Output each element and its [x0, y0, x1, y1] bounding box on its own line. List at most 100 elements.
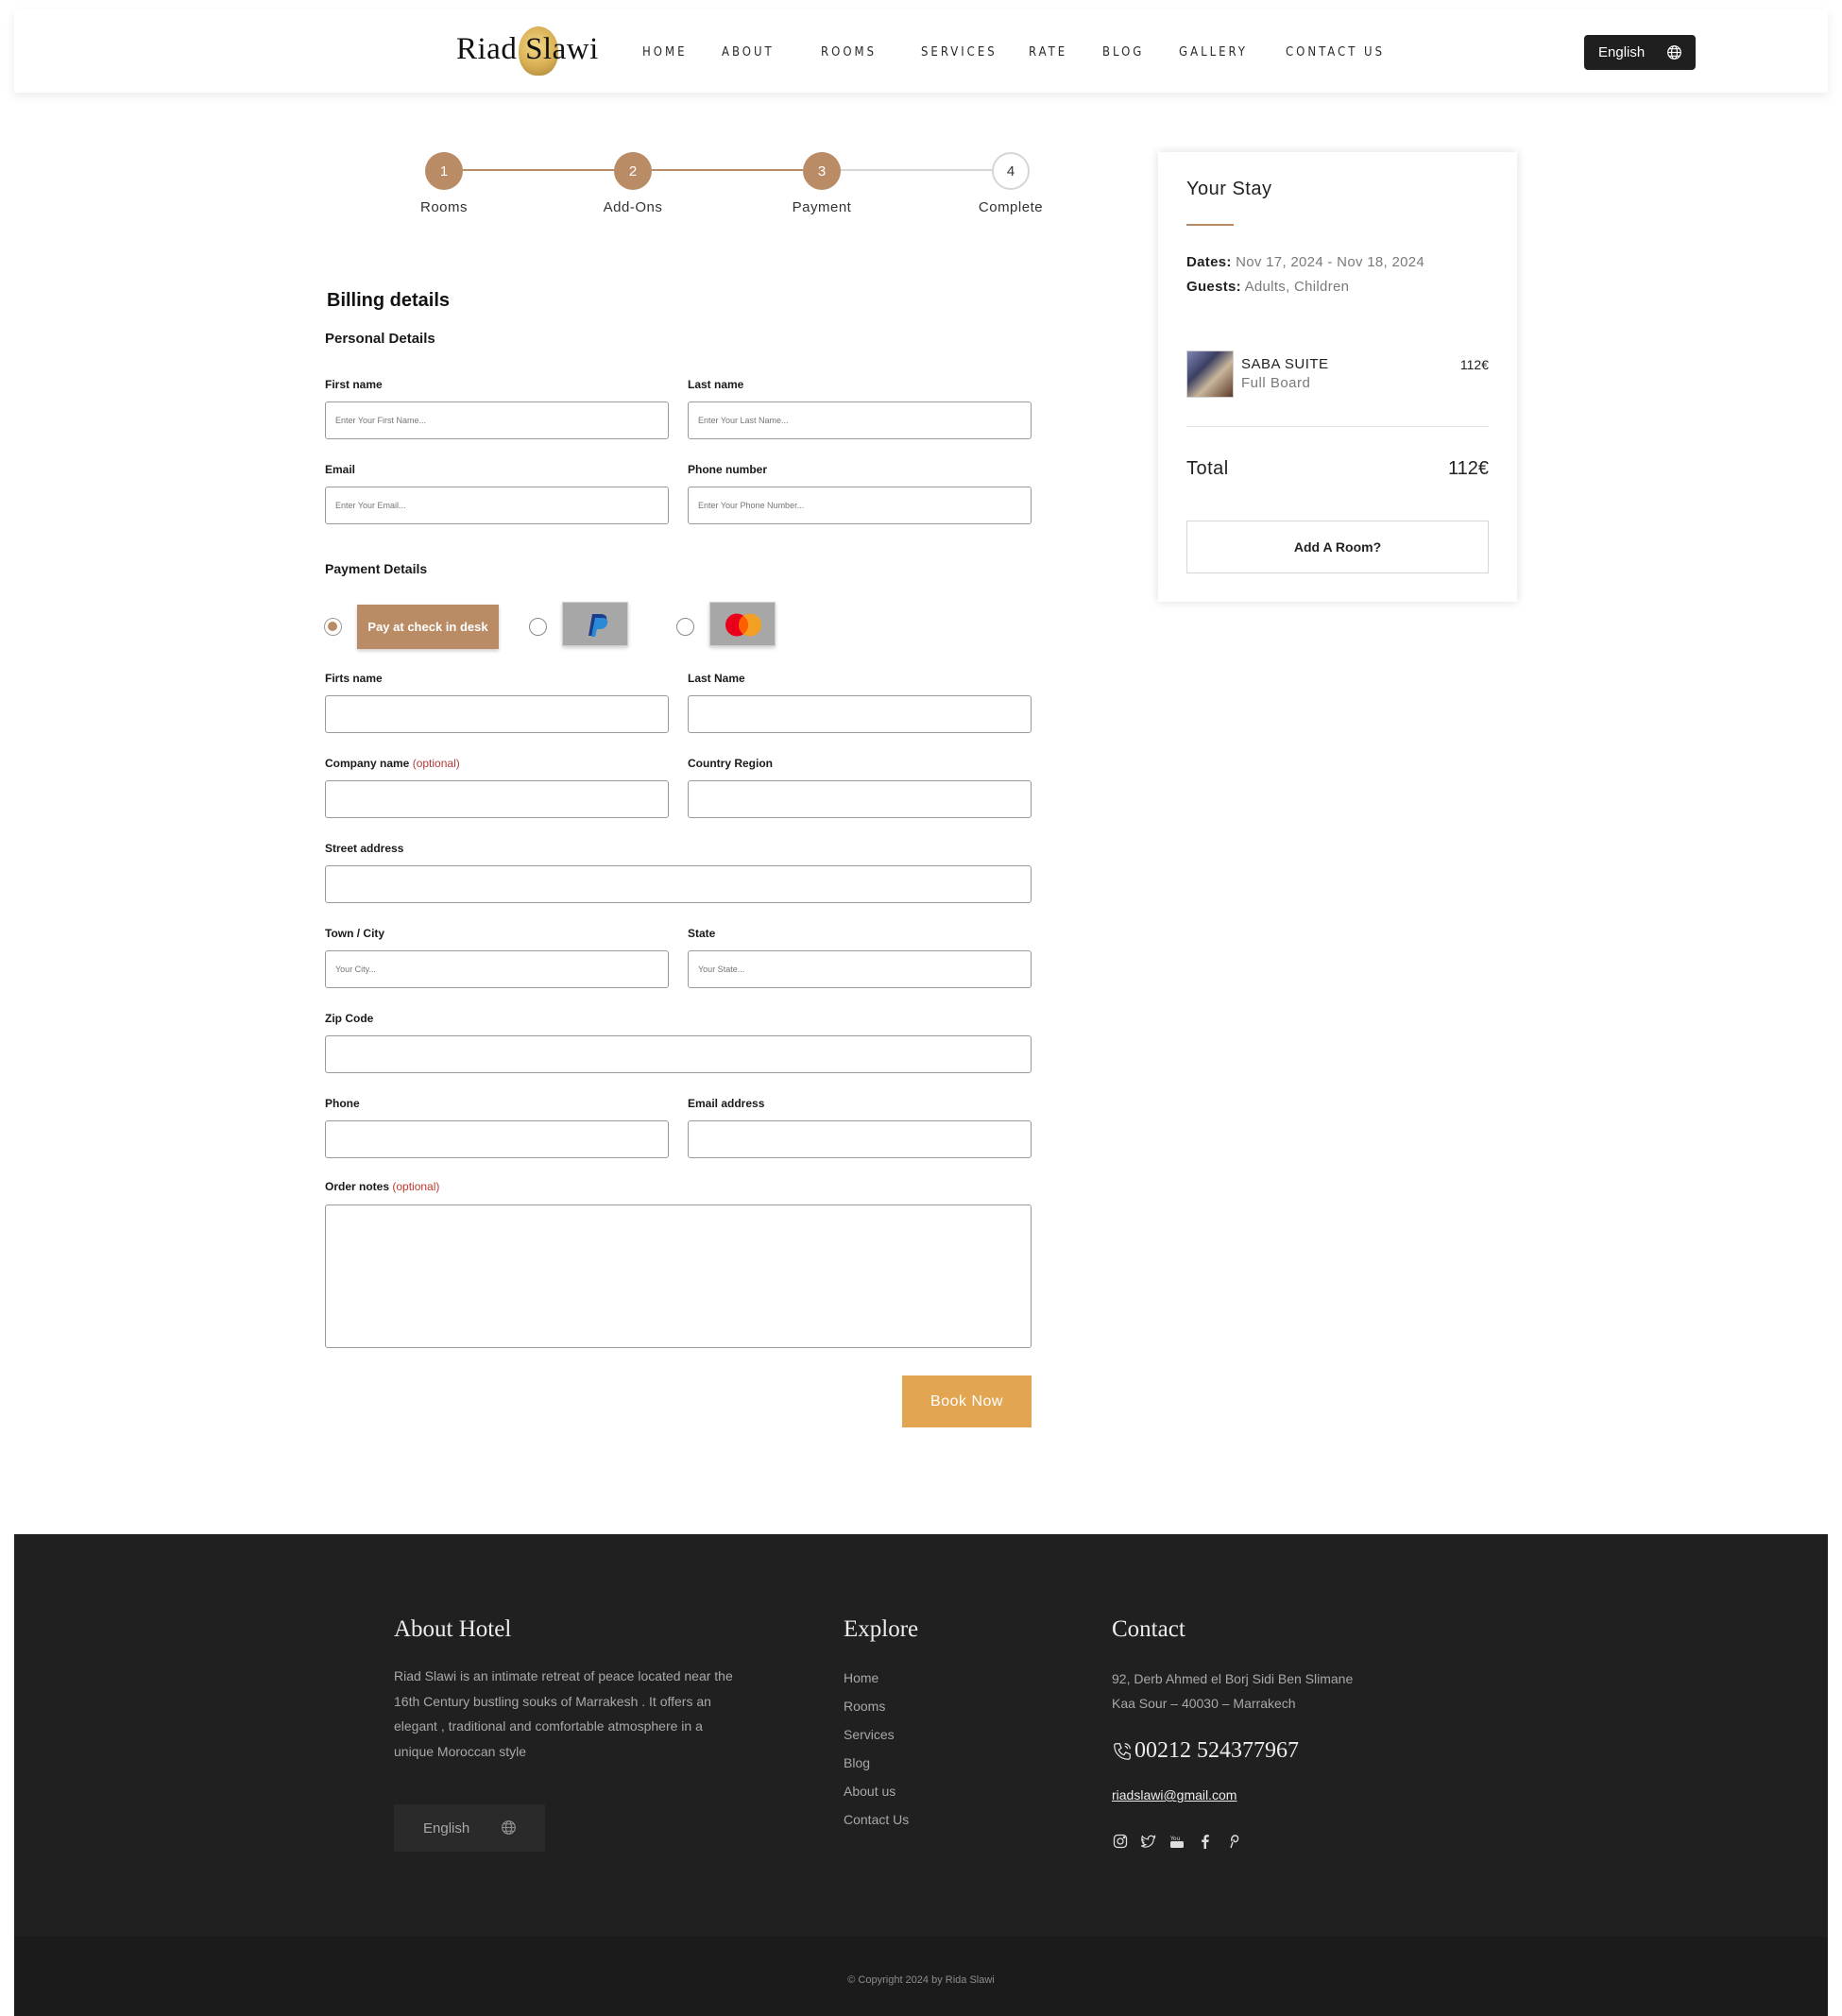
mastercard-radio[interactable]	[676, 618, 694, 636]
company-name-label: Company name (optional)	[325, 757, 460, 770]
country-region-input[interactable]	[688, 780, 1032, 818]
billing-last-name-input[interactable]	[688, 695, 1032, 733]
state-label: State	[688, 927, 716, 940]
footer-phone[interactable]: 00212 524377967	[1112, 1738, 1299, 1764]
stay-guests: Guests: Adults, Children	[1186, 279, 1350, 295]
mastercard-option[interactable]	[709, 602, 776, 646]
pay-at-desk-option[interactable]: Pay at check in desk	[357, 605, 499, 649]
step-connector	[652, 169, 803, 171]
order-notes-textarea[interactable]	[325, 1204, 1032, 1348]
footer-link-blog[interactable]: Blog	[844, 1755, 870, 1770]
step-3-circle[interactable]: 3	[803, 152, 841, 190]
footer-link-rooms[interactable]: Rooms	[844, 1699, 885, 1714]
room-thumbnail	[1186, 350, 1234, 398]
globe-icon	[502, 1820, 516, 1835]
footer-language-label: English	[423, 1820, 470, 1837]
twitter-icon[interactable]	[1140, 1833, 1157, 1850]
footer-bottom-bar: © Copyright 2024 by Rida Slawi	[14, 1937, 1828, 2016]
step-2-label: Add-Ons	[603, 199, 663, 215]
nav-gallery[interactable]: GALLERY	[1179, 45, 1248, 60]
room-board: Full Board	[1241, 375, 1311, 391]
address-line-2: Kaa Sour – 40030 – Marrakech	[1112, 1696, 1296, 1711]
step-1-label: Rooms	[419, 199, 468, 215]
phone-number: 00212 524377967	[1134, 1738, 1299, 1763]
footer-link-services[interactable]: Services	[844, 1727, 895, 1742]
pay-desk-radio[interactable]	[324, 618, 342, 636]
instagram-icon[interactable]	[1112, 1833, 1129, 1850]
paypal-option[interactable]	[562, 602, 628, 646]
total-value: 112€	[1447, 458, 1489, 479]
nav-about[interactable]: ABOUT	[722, 45, 775, 60]
zip-code-label: Zip Code	[325, 1012, 374, 1025]
email-address-input[interactable]	[688, 1120, 1032, 1158]
copyright-text: © Copyright 2024 by Rida Slawi	[847, 1974, 995, 1986]
street-address-input[interactable]	[325, 865, 1032, 903]
nav-rate[interactable]: RATE	[1029, 45, 1067, 60]
book-now-button[interactable]: Book Now	[902, 1375, 1032, 1427]
billing-phone-input[interactable]	[325, 1120, 669, 1158]
paypal-icon	[588, 614, 608, 637]
add-room-button[interactable]: Add A Room?	[1186, 521, 1489, 573]
your-stay-title: Your Stay	[1186, 179, 1272, 199]
last-name-input[interactable]	[688, 401, 1032, 439]
zip-code-input[interactable]	[325, 1035, 1032, 1073]
first-name-input[interactable]	[325, 401, 669, 439]
facebook-icon[interactable]	[1197, 1833, 1214, 1850]
phone-number-label: Phone number	[688, 463, 768, 476]
payment-details-title: Payment Details	[325, 561, 428, 576]
nav-services[interactable]: SERVICES	[921, 45, 998, 60]
nav-blog[interactable]: BLOG	[1102, 45, 1144, 60]
step-3-label: Payment	[792, 199, 852, 215]
room-name: SABA SUITE	[1241, 356, 1329, 372]
phone-icon	[1114, 1742, 1131, 1760]
personal-details-title: Personal Details	[325, 331, 435, 347]
svg-text:You: You	[1169, 1836, 1181, 1842]
firts-name-label: Firts name	[325, 672, 383, 685]
phone-label: Phone	[325, 1097, 360, 1110]
step-2-circle[interactable]: 2	[614, 152, 652, 190]
country-region-label: Country Region	[688, 757, 773, 770]
optional-tag: (optional)	[412, 757, 460, 770]
step-4-circle: 4	[992, 152, 1030, 190]
nav-home[interactable]: HOME	[642, 45, 687, 60]
nav-contact-us[interactable]: CONTACT US	[1286, 45, 1385, 60]
logo[interactable]: Riad Slawi	[456, 23, 607, 79]
total-label: Total	[1186, 458, 1229, 479]
town-city-input[interactable]	[325, 950, 669, 988]
nav-rooms[interactable]: ROOMS	[821, 45, 877, 60]
youtube-icon[interactable]: You	[1168, 1833, 1185, 1850]
globe-icon	[1667, 45, 1681, 60]
divider	[1186, 426, 1489, 427]
email-address-label: Email address	[688, 1097, 765, 1110]
logo-text: Riad Slawi	[456, 32, 599, 66]
footer-link-home[interactable]: Home	[844, 1670, 878, 1685]
step-connector	[463, 169, 633, 171]
language-button[interactable]: English	[1584, 35, 1696, 70]
billing-title: Billing details	[327, 290, 451, 311]
phone-number-input[interactable]	[688, 487, 1032, 524]
stay-dates: Dates: Nov 17, 2024 - Nov 18, 2024	[1186, 254, 1425, 270]
contact-title: Contact	[1112, 1616, 1185, 1642]
billing-last-name-label: Last Name	[688, 672, 745, 685]
room-price: 112€	[1459, 357, 1489, 372]
state-input[interactable]	[688, 950, 1032, 988]
company-name-input[interactable]	[325, 780, 669, 818]
billing-first-name-input[interactable]	[325, 695, 669, 733]
footer-language-button[interactable]: English	[394, 1804, 545, 1852]
footer-email-link[interactable]: riadslawi@gmail.com	[1112, 1787, 1237, 1802]
footer-link-about-us[interactable]: About us	[844, 1784, 895, 1799]
order-notes-label: Order notes (optional)	[325, 1180, 440, 1193]
about-hotel-text: Riad Slawi is an intimate retreat of pea…	[394, 1668, 733, 1759]
your-stay-card: Your Stay Dates: Nov 17, 2024 - Nov 18, …	[1158, 152, 1517, 602]
mastercard-icon	[725, 613, 761, 637]
pinterest-icon[interactable]	[1225, 1833, 1242, 1850]
footer-link-contact-us[interactable]: Contact Us	[844, 1812, 909, 1827]
address-line-1: 92, Derb Ahmed el Borj Sidi Ben Slimane	[1112, 1671, 1354, 1686]
step-1-circle[interactable]: 1	[425, 152, 463, 190]
paypal-radio[interactable]	[529, 618, 547, 636]
site-footer: About Hotel Riad Slawi is an intimate re…	[14, 1534, 1828, 2016]
site-header: Riad Slawi HOME ABOUT ROOMS SERVICES RAT…	[14, 9, 1828, 93]
email-label: Email	[325, 463, 356, 476]
optional-tag: (optional)	[392, 1180, 440, 1193]
email-input[interactable]	[325, 487, 669, 524]
